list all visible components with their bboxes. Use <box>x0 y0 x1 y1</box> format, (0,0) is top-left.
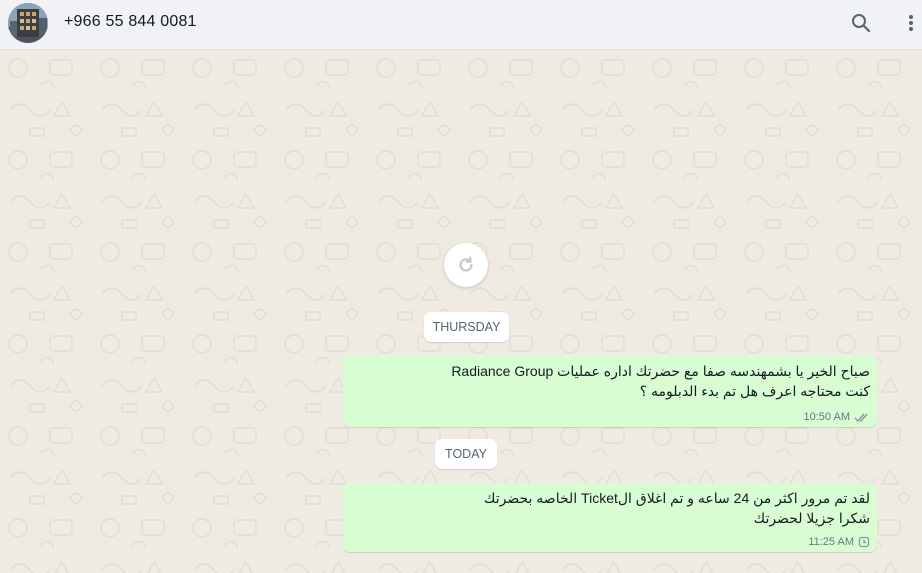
avatar[interactable] <box>8 3 48 43</box>
message-meta: 10:50 AM <box>804 411 870 423</box>
more-vertical-icon[interactable] <box>899 11 922 35</box>
contact-name[interactable]: +966 55 844 0081 <box>64 13 197 31</box>
message-text-line: لقد تم مرور اكثر من 24 ساعه و تم اغلاق ا… <box>483 490 870 506</box>
outgoing-message[interactable]: لقد تم مرور اكثر من 24 ساعه و تم اغلاق ا… <box>343 483 877 552</box>
clock-icon <box>858 536 870 548</box>
search-icon[interactable] <box>849 11 873 35</box>
message-meta: 11:25 AM <box>808 536 870 548</box>
avatar-building-image <box>8 3 48 43</box>
date-separator-thursday: THURSDAY <box>424 312 509 342</box>
message-text-line: صباح الخير يا بشمهندسه صفا مع حضرتك ادار… <box>451 363 870 379</box>
message-text-line: شكرا جزيلا لحضرتك <box>753 510 870 526</box>
chat-header: +966 55 844 0081 <box>0 0 922 50</box>
date-separator-today: TODAY <box>435 439 497 469</box>
message-time: 11:25 AM <box>808 536 854 548</box>
load-older-messages-button[interactable] <box>444 243 488 287</box>
message-pane[interactable]: THURSDAY صباح الخير يا بشمهندسه صفا مع ح… <box>0 50 922 573</box>
chat-window: +966 55 844 0081 THURSDAY صباح الخير يا … <box>0 0 922 573</box>
double-check-icon <box>854 413 868 422</box>
outgoing-message[interactable]: صباح الخير يا بشمهندسه صفا مع حضرتك ادار… <box>343 355 877 427</box>
message-time: 10:50 AM <box>803 411 850 423</box>
message-text-line: كنت محتاجه اعرف هل تم بدء الدبلومه ؟ <box>639 383 870 399</box>
refresh-icon <box>459 256 473 272</box>
